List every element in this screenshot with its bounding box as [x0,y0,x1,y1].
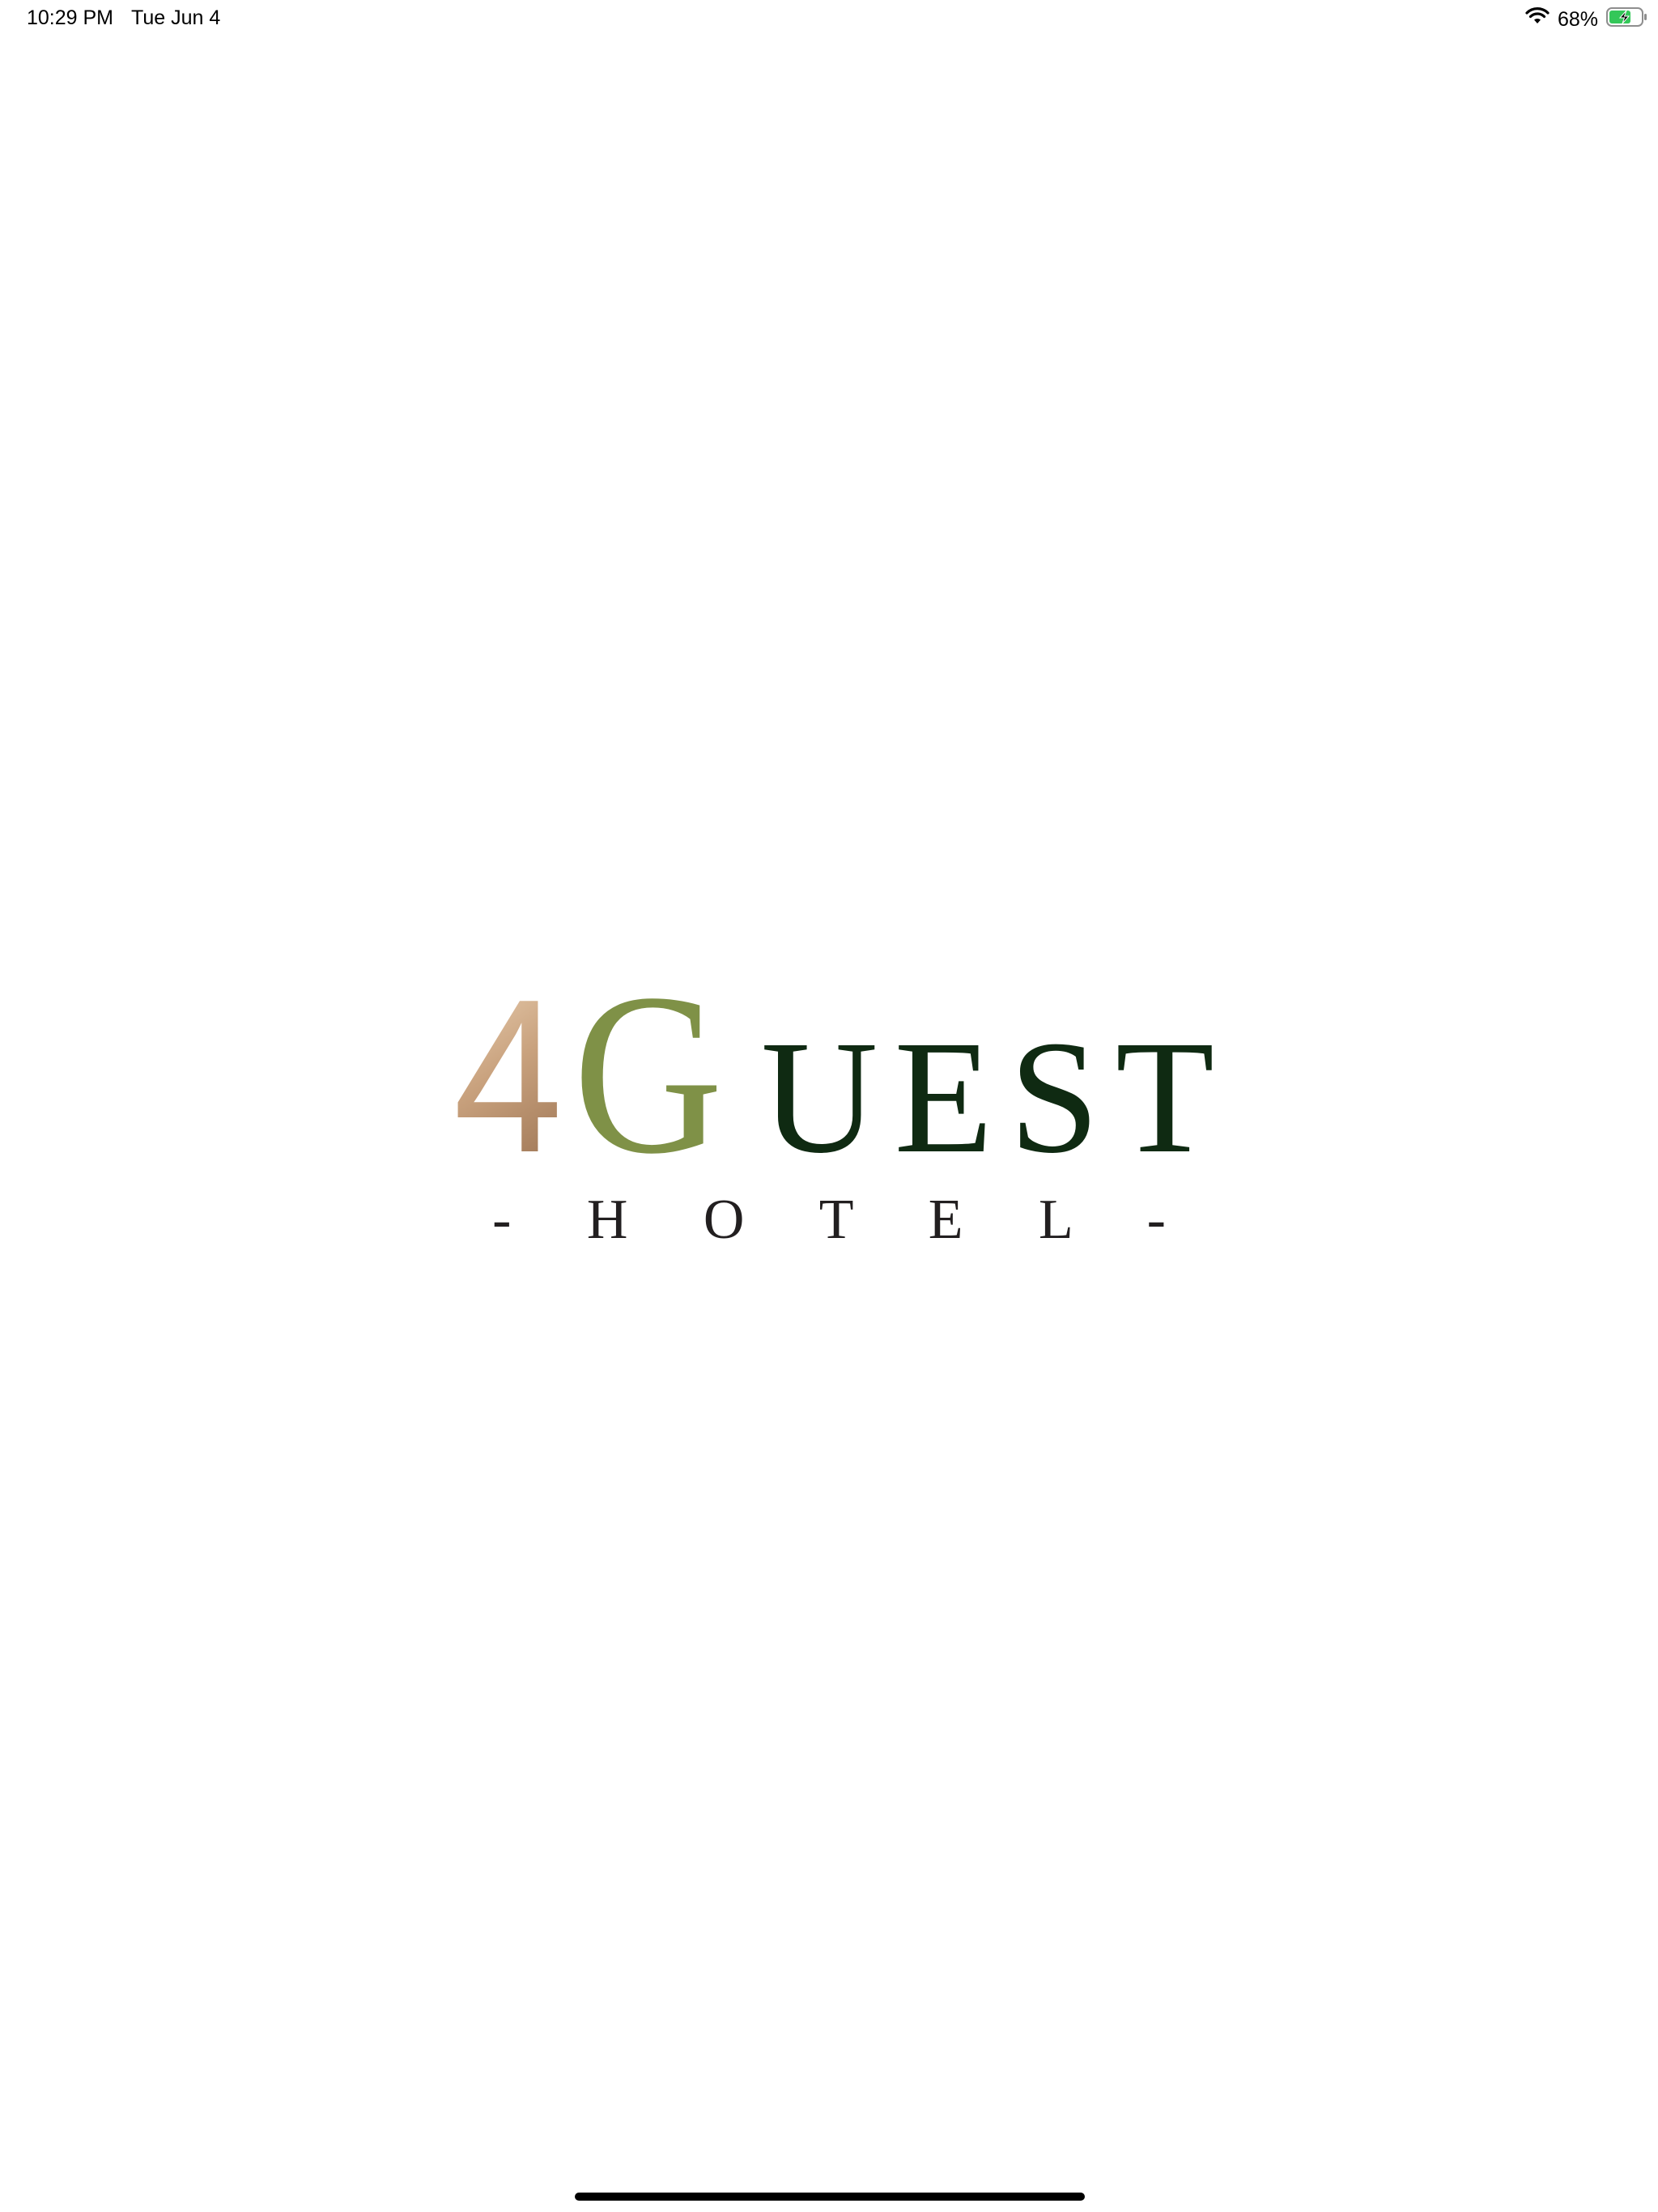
battery-percent: 68% [1557,7,1598,31]
status-left: 10:29 PM Tue Jun 4 [27,6,220,30]
logo-word-uest: UEST [761,1008,1214,1187]
status-time: 10:29 PM [27,6,114,29]
hotel-logo: 4 G UEST [453,946,1214,1202]
status-date: Tue Jun 4 [131,6,221,29]
status-bar: 10:29 PM Tue Jun 4 68% [0,0,1658,39]
logo-subtitle-hotel: - H O T E L - [492,1189,1197,1251]
logo-initial-g: G [573,946,723,1202]
battery-charging-icon [1606,6,1648,33]
logo-digit-4: 4 [453,955,563,1198]
splash-screen: 4 G UEST - H O T E L - [0,946,1658,1279]
status-right: 68% [1525,6,1648,32]
wifi-icon [1525,6,1550,32]
home-indicator[interactable] [575,2193,1085,2201]
